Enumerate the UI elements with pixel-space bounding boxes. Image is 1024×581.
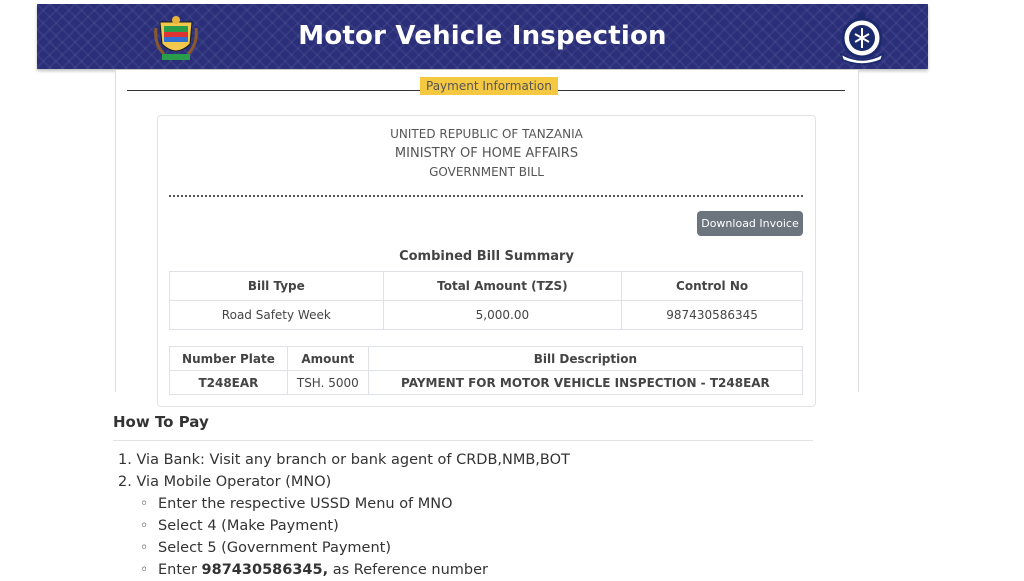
page-title: Motor Vehicle Inspection	[298, 21, 667, 51]
list-item: Enter 987430586345, as Reference number	[140, 559, 488, 581]
mno-steps-list: Enter the respective USSD Menu of MNO Se…	[140, 493, 488, 581]
tanzania-police-logo	[839, 12, 885, 65]
table-row: Road Safety Week 5,000.00 987430586345	[169, 300, 803, 330]
bill-type-heading: GOVERNMENT BILL	[429, 165, 544, 179]
table-row: T248EAR TSH. 5000 PAYMENT FOR MOTOR VEHI…	[169, 370, 804, 395]
how-to-pay-title: How To Pay	[113, 413, 209, 431]
summary-title: Combined Bill Summary	[399, 249, 574, 264]
total-amount-cell: 5,000.00	[382, 300, 623, 330]
list-item: Enter the respective USSD Menu of MNO	[140, 493, 488, 515]
how-to-pay-divider	[113, 440, 813, 441]
combined-bill-summary-table: Bill Type Total Amount (TZS) Control No …	[169, 271, 803, 330]
column-header: Number Plate	[169, 346, 288, 371]
country-name: UNITED REPUBLIC OF TANZANIA	[390, 127, 583, 141]
column-header: Control No	[621, 271, 803, 301]
header-banner: Motor Vehicle Inspection	[37, 4, 928, 69]
bill-type-cell: Road Safety Week	[169, 300, 384, 330]
column-header: Amount	[286, 346, 369, 371]
list-item: 1. Via Bank: Visit any branch or bank ag…	[118, 452, 570, 468]
dotted-divider	[169, 195, 803, 197]
list-item: 2. Via Mobile Operator (MNO)	[118, 474, 332, 490]
list-item-text: Enter the respective USSD Menu of MNO	[158, 496, 453, 512]
column-header: Total Amount (TZS)	[382, 271, 623, 301]
bill-detail-table: Number Plate Amount Bill Description T24…	[169, 346, 804, 395]
list-item: Select 5 (Government Payment)	[140, 537, 488, 559]
control-no-cell: 987430586345	[621, 300, 803, 330]
column-header: Bill Description	[367, 346, 804, 371]
amount-cell: TSH. 5000	[286, 370, 369, 395]
number-plate-cell: T248EAR	[169, 370, 288, 395]
ministry-name: MINISTRY OF HOME AFFAIRS	[394, 146, 579, 161]
list-item-text: Select 5 (Government Payment)	[158, 540, 392, 556]
list-item-text: Select 4 (Make Payment)	[158, 518, 339, 534]
payment-information-legend: Payment Information	[420, 77, 558, 95]
table-header-row: Bill Type Total Amount (TZS) Control No	[169, 271, 803, 301]
column-header: Bill Type	[169, 271, 384, 301]
download-invoice-button[interactable]: Download Invoice	[697, 211, 803, 236]
list-item: Select 4 (Make Payment)	[140, 515, 488, 537]
payment-steps-list: 1. Via Bank: Visit any branch or bank ag…	[118, 449, 570, 493]
table-header-row: Number Plate Amount Bill Description	[169, 346, 804, 371]
bill-description-cell: PAYMENT FOR MOTOR VEHICLE INSPECTION - T…	[367, 370, 804, 395]
